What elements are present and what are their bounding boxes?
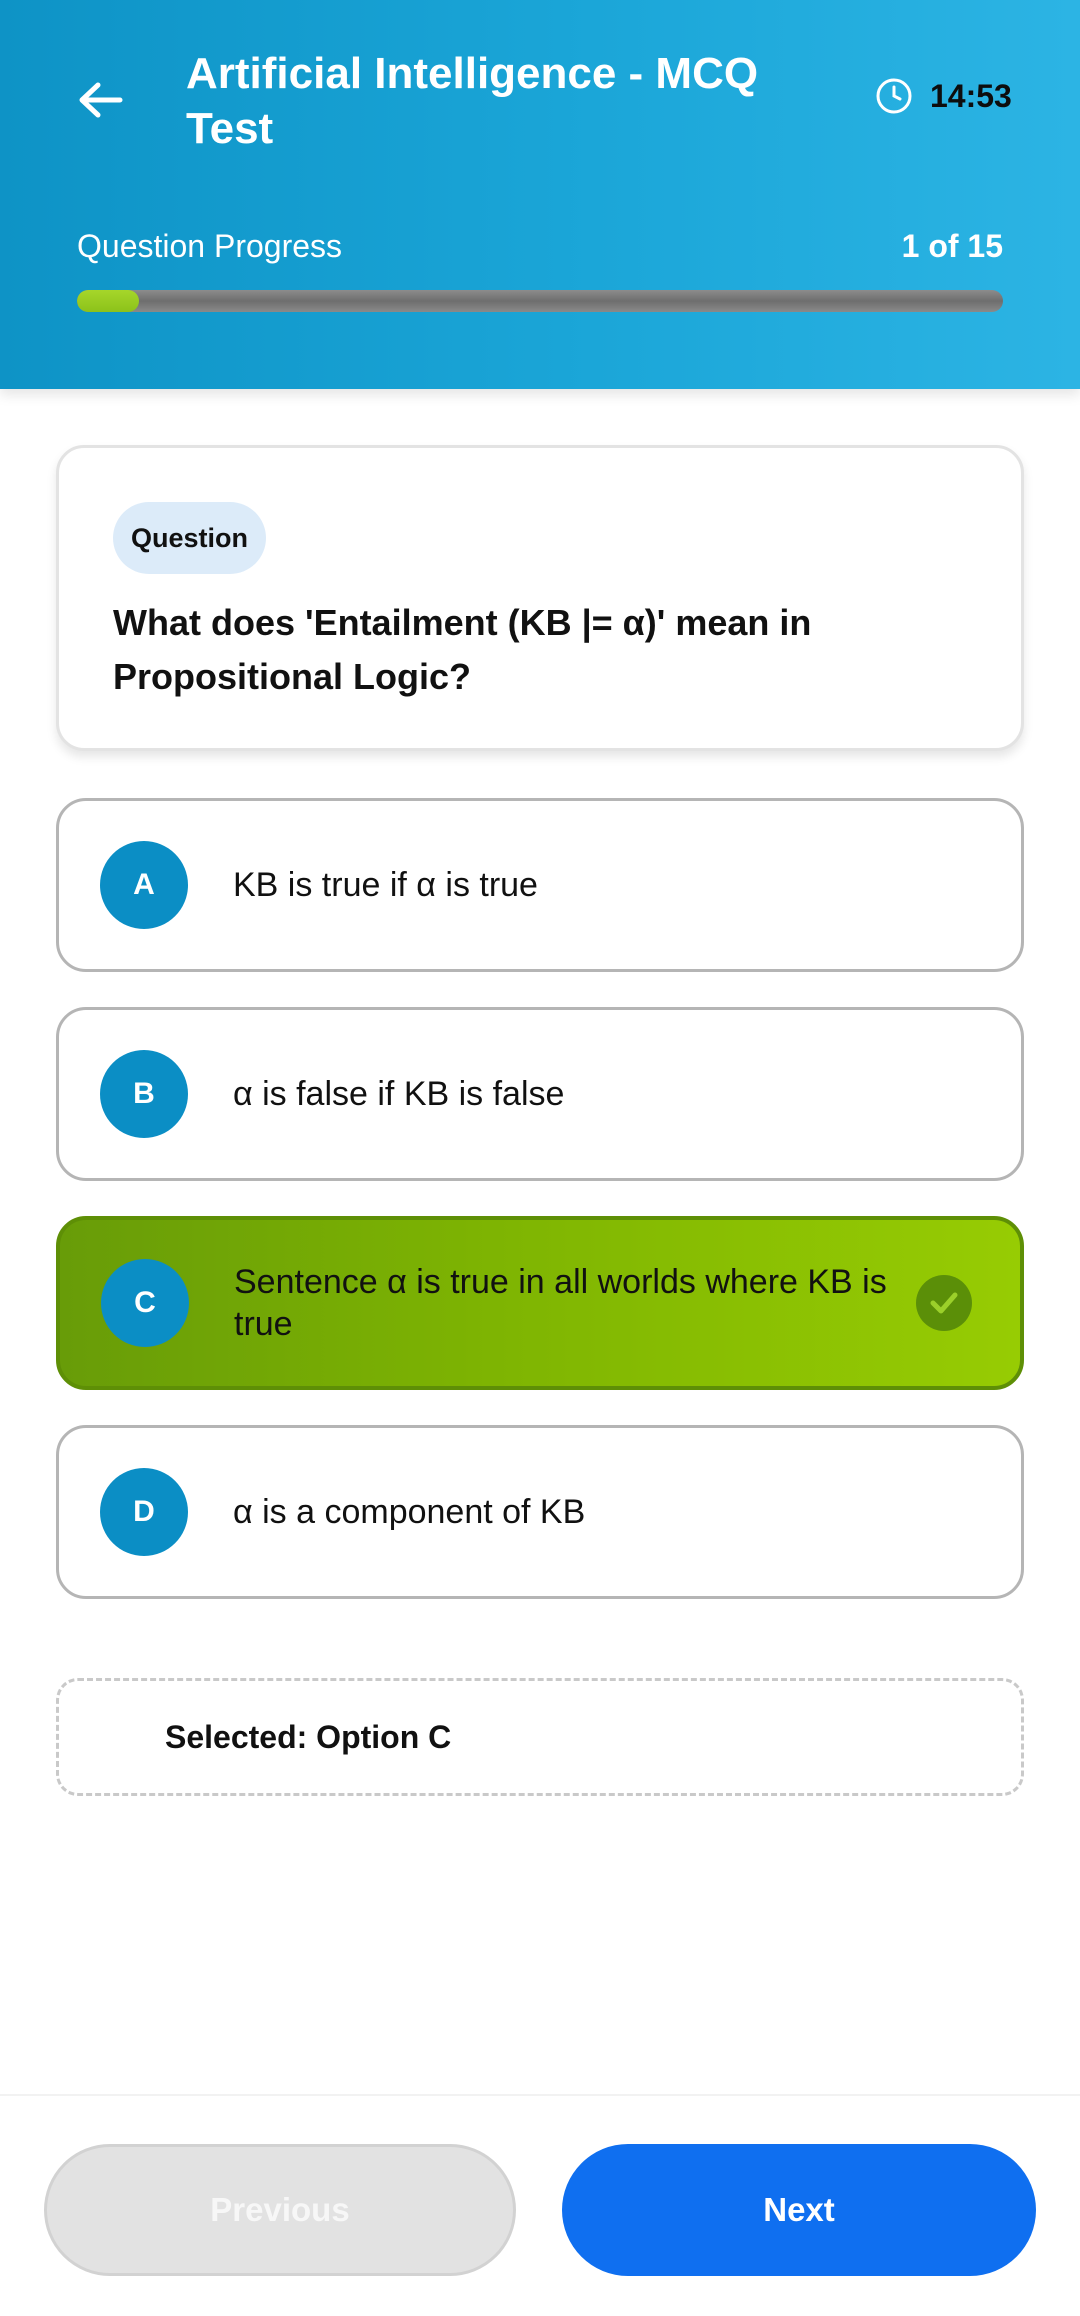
previous-button[interactable]: Previous (44, 2144, 516, 2276)
option-letter-badge: B (100, 1050, 188, 1138)
check-icon (916, 1275, 972, 1331)
progress-label: Question Progress (77, 228, 343, 264)
footer-navigation: Previous Next (0, 2094, 1080, 2316)
selected-option-text: Selected: Option C (165, 1719, 452, 1755)
selected-option-summary: Selected: Option C (56, 1678, 1024, 1796)
option-text: KB is true if α is true (233, 866, 538, 904)
option-letter-badge: A (100, 841, 188, 929)
back-button[interactable] (62, 62, 138, 138)
option-letter-badge: C (101, 1259, 189, 1347)
option-text: Sentence α is true in all worlds where K… (234, 1263, 887, 1343)
progress-fill (77, 290, 139, 312)
option-letter-badge: D (100, 1468, 188, 1556)
timer-text: 14:53 (930, 77, 1012, 114)
page-title: Artificial Intelligence - MCQ Test (186, 49, 759, 153)
arrow-left-icon (79, 82, 123, 118)
progress-bar (77, 290, 1003, 312)
option-b[interactable]: B α is false if KB is false (56, 1007, 1024, 1181)
header-bar: Artificial Intelligence - MCQ Test 14:53… (0, 0, 1080, 389)
question-card: Question What does 'Entailment (KB |= α)… (56, 445, 1024, 751)
option-a[interactable]: A KB is true if α is true (56, 798, 1024, 972)
option-c[interactable]: C Sentence α is true in all worlds where… (56, 1216, 1024, 1390)
question-text: What does 'Entailment (KB |= α)' mean in… (113, 602, 812, 697)
option-text: α is false if KB is false (233, 1075, 565, 1113)
progress-count: 1 of 15 (901, 228, 1003, 264)
timer: 14:53 (874, 76, 1012, 116)
option-d[interactable]: D α is a component of KB (56, 1425, 1024, 1599)
question-badge: Question (113, 502, 267, 574)
option-text: α is a component of KB (233, 1493, 586, 1531)
clock-icon (874, 76, 914, 116)
next-button[interactable]: Next (562, 2144, 1036, 2276)
